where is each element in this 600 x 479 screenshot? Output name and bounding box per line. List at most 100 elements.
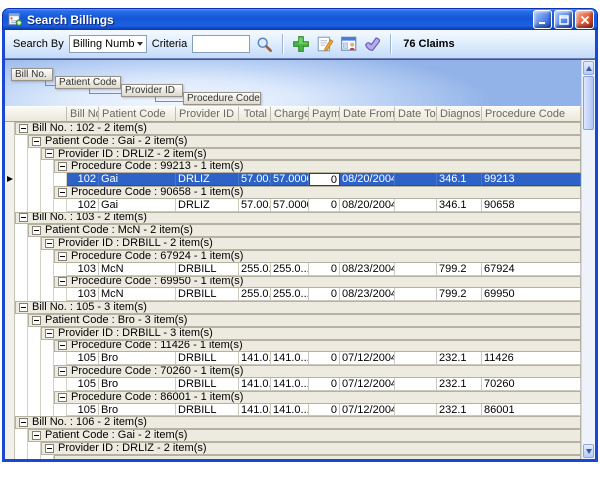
- cell-patient-code[interactable]: McN: [99, 288, 176, 301]
- cell-date-to[interactable]: [395, 199, 437, 212]
- cell-procedure-code[interactable]: 86001: [482, 404, 581, 417]
- group-row-band[interactable]: Procedure Code : 86001 - 1 item(s): [54, 391, 581, 404]
- cell-charges[interactable]: 141.0...: [271, 378, 309, 391]
- group-row-band[interactable]: Procedure Code : 11426 - 1 item(s): [54, 340, 581, 353]
- group-row[interactable]: Patient Code : McN - 2 item(s): [5, 224, 581, 237]
- cell-provider-id[interactable]: DRBILL: [176, 263, 239, 276]
- collapse-icon[interactable]: [32, 431, 41, 440]
- group-row-band[interactable]: Patient Code : Gai - 2 item(s): [28, 135, 581, 148]
- column-header-total[interactable]: Total: [239, 106, 271, 122]
- group-row[interactable]: Patient Code : Bro - 3 item(s): [5, 314, 581, 327]
- cell-date-to[interactable]: [395, 404, 437, 417]
- cell-charges[interactable]: 141.0...: [271, 352, 309, 365]
- search-by-dropdown[interactable]: Billing Number: [69, 35, 147, 53]
- group-row[interactable]: Bill No. : 106 - 2 item(s): [5, 416, 581, 429]
- cell-diagnosis-code[interactable]: 232.1: [437, 352, 482, 365]
- group-row[interactable]: Patient Code : Gai - 2 item(s): [5, 429, 581, 442]
- collapse-icon[interactable]: [58, 277, 67, 286]
- verify-icon[interactable]: [363, 35, 382, 54]
- cell-date-to[interactable]: [395, 352, 437, 365]
- close-button[interactable]: [575, 10, 594, 29]
- group-box-patient-code[interactable]: Patient Code: [55, 76, 121, 89]
- cell-total[interactable]: 255.0...: [239, 288, 271, 301]
- cell-provider-id[interactable]: DRBILL: [176, 378, 239, 391]
- column-header-provider-id[interactable]: Provider ID: [176, 106, 239, 122]
- group-row[interactable]: Procedure Code : 99213 - 1 item(s): [5, 160, 581, 173]
- column-header-payments[interactable]: Payme...: [309, 106, 340, 122]
- cell-procedure-code[interactable]: 70260: [482, 378, 581, 391]
- group-row-band[interactable]: Procedure Code : 70260 - 1 item(s): [54, 365, 581, 378]
- table-row[interactable]: 102GaiDRLIZ57.00...57.0000008/20/2004346…: [5, 199, 581, 212]
- cell-procedure-code[interactable]: 67924: [482, 263, 581, 276]
- group-row[interactable]: Provider ID : DRBILL - 3 item(s): [5, 327, 581, 340]
- group-row[interactable]: Bill No. : 103 - 2 item(s): [5, 212, 581, 225]
- add-icon[interactable]: [291, 35, 310, 54]
- group-row[interactable]: Procedure Code : 69950 - 1 item(s): [5, 276, 581, 289]
- group-box-provider-id[interactable]: Provider ID: [121, 84, 183, 97]
- collapse-icon[interactable]: [19, 124, 28, 133]
- cell-date-from[interactable]: 07/12/2004: [340, 378, 395, 391]
- cell-date-from[interactable]: 07/12/2004: [340, 404, 395, 417]
- group-row[interactable]: Patient Code : Gai - 2 item(s): [5, 135, 581, 148]
- group-row-band[interactable]: Provider ID : DRBILL - 3 item(s): [41, 327, 581, 340]
- table-row[interactable]: 105BroDRBILL141.0...141.0...007/12/20042…: [5, 378, 581, 391]
- group-box-procedure-code[interactable]: Procedure Code: [183, 92, 261, 105]
- report-icon[interactable]: [339, 35, 358, 54]
- cell-patient-code[interactable]: Bro: [99, 378, 176, 391]
- criteria-input[interactable]: [192, 35, 250, 53]
- cell-diagnosis-code[interactable]: 346.1: [437, 199, 482, 212]
- cell-patient-code[interactable]: Bro: [99, 404, 176, 417]
- cell-bill-no[interactable]: 102: [67, 199, 99, 212]
- cell-patient-code[interactable]: Gai: [99, 173, 176, 186]
- collapse-icon[interactable]: [32, 137, 41, 146]
- collapse-icon[interactable]: [19, 213, 28, 222]
- cell-date-from[interactable]: 08/23/2004: [340, 263, 395, 276]
- group-row-band[interactable]: Provider ID : DRBILL - 2 item(s): [41, 237, 581, 250]
- vertical-scrollbar[interactable]: [581, 60, 595, 459]
- scroll-down-button[interactable]: [583, 444, 594, 458]
- cell-procedure-code[interactable]: 90658: [482, 199, 581, 212]
- cell-charges[interactable]: 57.0000: [271, 199, 309, 212]
- cell-payments[interactable]: 0: [309, 173, 340, 186]
- cell-bill-no[interactable]: 105: [67, 404, 99, 417]
- cell-diagnosis-code[interactable]: 799.2: [437, 263, 482, 276]
- collapse-icon[interactable]: [19, 303, 28, 312]
- group-row-band[interactable]: Procedure Code : 99213 - 1 item(s): [54, 160, 581, 173]
- cell-charges[interactable]: 255.0...: [271, 288, 309, 301]
- collapse-icon[interactable]: [32, 316, 41, 325]
- scroll-up-button[interactable]: [583, 61, 594, 75]
- cell-charges[interactable]: 57.0000: [271, 173, 309, 186]
- cell-patient-code[interactable]: Gai: [99, 199, 176, 212]
- column-header-charges[interactable]: Charges: [271, 106, 309, 122]
- collapse-icon[interactable]: [58, 393, 67, 402]
- cell-total[interactable]: 57.00...: [239, 199, 271, 212]
- group-row-band[interactable]: Provider ID : DRLIZ - 2 item(s): [41, 148, 581, 161]
- cell-provider-id[interactable]: DRBILL: [176, 352, 239, 365]
- scrollbar-thumb[interactable]: [583, 76, 594, 130]
- group-row-band[interactable]: Procedure Code : 90658 - 1 item(s): [54, 186, 581, 199]
- search-icon[interactable]: [255, 35, 274, 54]
- minimize-button[interactable]: [533, 10, 552, 29]
- group-row[interactable]: Procedure Code : 70260 - 1 item(s): [5, 365, 581, 378]
- group-row[interactable]: Procedure Code : 90658 - 1 item(s): [5, 186, 581, 199]
- group-row[interactable]: Provider ID : DRBILL - 2 item(s): [5, 237, 581, 250]
- collapse-icon[interactable]: [58, 188, 67, 197]
- cell-procedure-code[interactable]: 11426: [482, 352, 581, 365]
- group-row-band[interactable]: Provider ID : DRLIZ - 2 item(s): [41, 442, 581, 455]
- cell-bill-no[interactable]: 103: [67, 288, 99, 301]
- group-row-band[interactable]: Bill No. : 105 - 3 item(s): [15, 301, 581, 314]
- cell-bill-no[interactable]: 102: [67, 173, 99, 186]
- cell-date-from[interactable]: 08/20/2004: [340, 173, 395, 186]
- collapse-icon[interactable]: [58, 367, 67, 376]
- cell-payments[interactable]: 0: [309, 404, 340, 417]
- cell-bill-no[interactable]: 103: [67, 263, 99, 276]
- table-row[interactable]: 103McNDRBILL255.0...255.0...008/23/20047…: [5, 288, 581, 301]
- group-row-band[interactable]: Procedure Code : 69950 - 1 item(s): [54, 276, 581, 289]
- cell-total[interactable]: 141.0...: [239, 378, 271, 391]
- table-row[interactable]: 105BroDRBILL141.0...141.0...007/12/20042…: [5, 404, 581, 417]
- cell-date-from[interactable]: 08/23/2004: [340, 288, 395, 301]
- cell-provider-id[interactable]: DRBILL: [176, 404, 239, 417]
- cell-charges[interactable]: 255.0...: [271, 263, 309, 276]
- collapse-icon[interactable]: [19, 418, 28, 427]
- cell-total[interactable]: 57.00...: [239, 173, 271, 186]
